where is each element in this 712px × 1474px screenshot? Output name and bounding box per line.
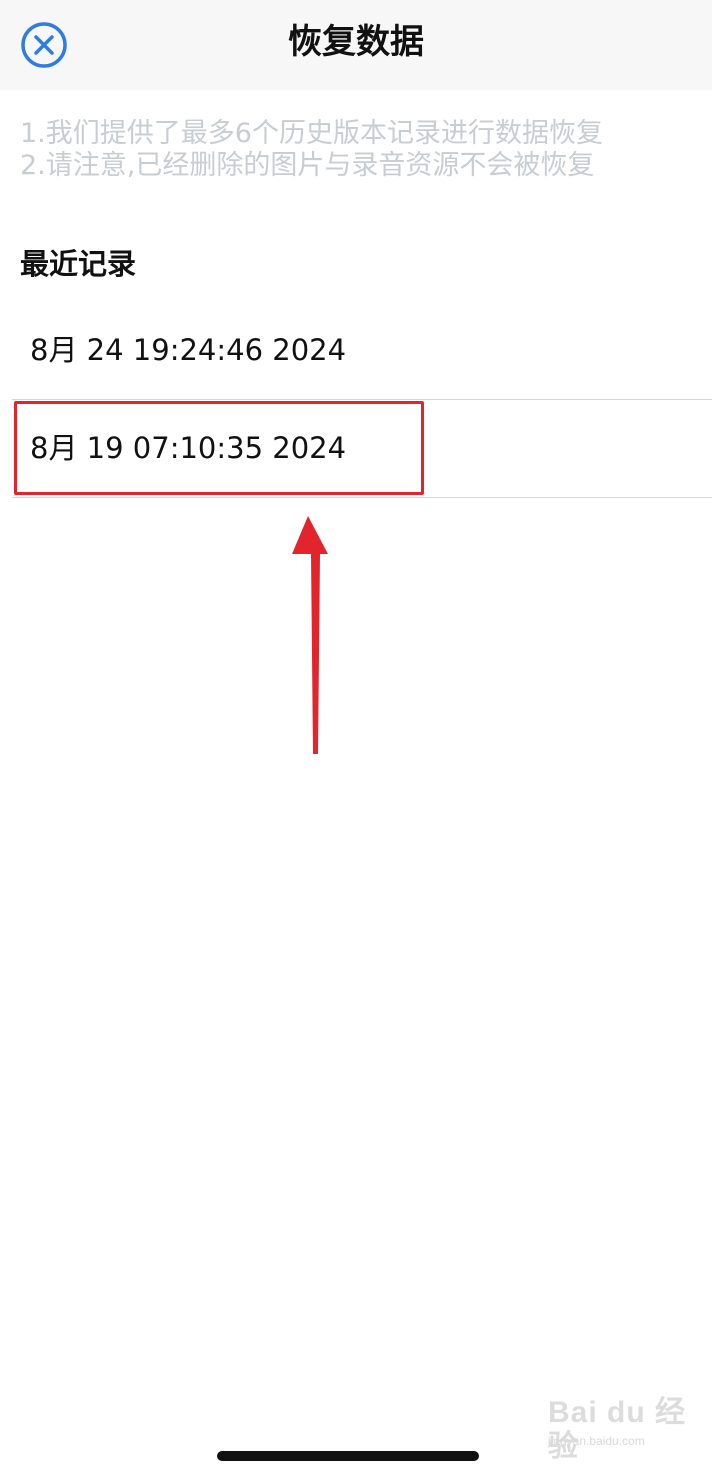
baidu-jingyan-watermark: Bai du 经验 jingyan.baidu.com	[548, 1396, 698, 1463]
restore-notice: 1.我们提供了最多6个历史版本记录进行数据恢复 2.请注意,已经删除的图片与录音…	[20, 118, 700, 182]
page-title: 恢复数据	[288, 22, 424, 62]
restore-data-screen: 恢复数据 1.我们提供了最多6个历史版本记录进行数据恢复 2.请注意,已经删除的…	[0, 0, 712, 1474]
notice-line-1: 1.我们提供了最多6个历史版本记录进行数据恢复	[20, 118, 603, 149]
navigation-bar: 恢复数据	[0, 0, 712, 90]
record-row-2[interactable]: 8月 19 07:10:35 2024	[12, 400, 712, 498]
home-indicator[interactable]	[217, 1451, 479, 1461]
watermark-url: jingyan.baidu.com	[548, 1434, 645, 1448]
records-list: 8月 24 19:24:46 2024 8月 19 07:10:35 2024	[12, 302, 712, 498]
red-arrow-up-icon	[292, 516, 328, 754]
watermark-logo: Bai du 经验	[548, 1396, 687, 1463]
record-row-1[interactable]: 8月 24 19:24:46 2024	[12, 302, 712, 400]
close-circle-icon	[21, 22, 67, 68]
record-label: 8月 19 07:10:35 2024	[30, 431, 347, 465]
recent-records-heading: 最近记录	[20, 247, 137, 281]
close-button[interactable]	[20, 21, 68, 69]
record-label: 8月 24 19:24:46 2024	[30, 333, 347, 367]
notice-line-2: 2.请注意,已经删除的图片与录音资源不会被恢复	[20, 150, 595, 181]
